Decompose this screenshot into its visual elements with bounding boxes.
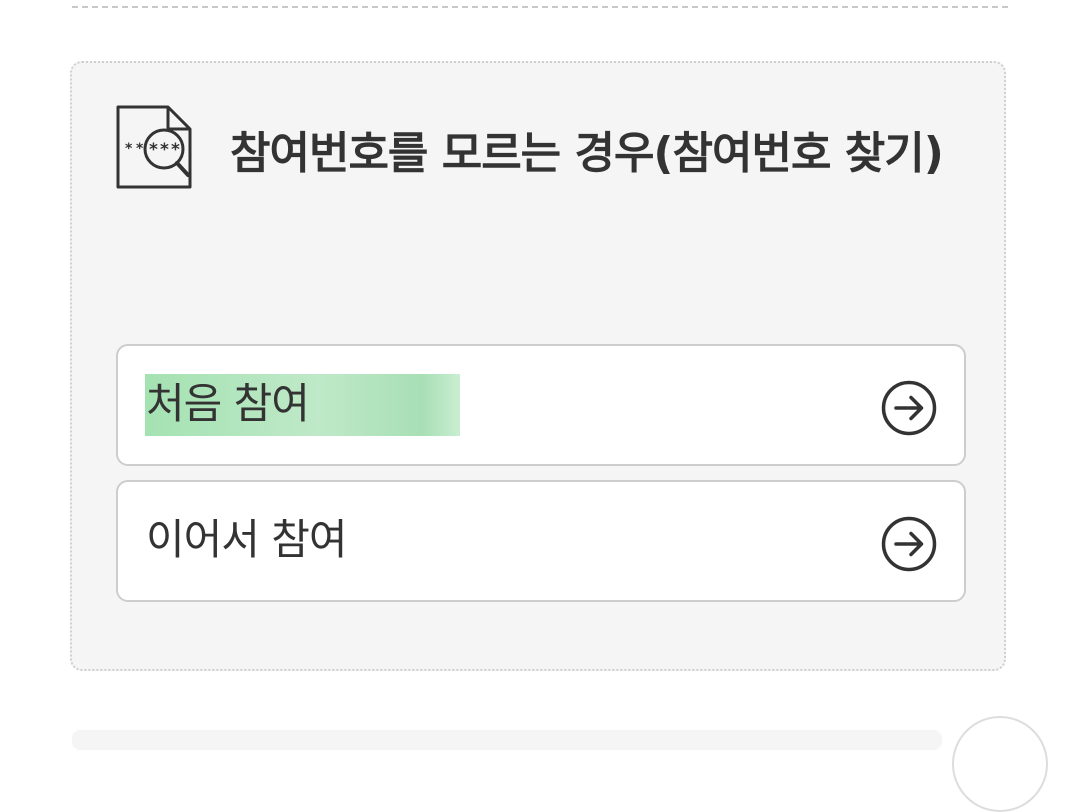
svg-text:*: * [160, 140, 169, 160]
arrow-right-circle-icon [881, 516, 937, 572]
first-participation-button[interactable]: 처음 참여 [116, 344, 966, 466]
top-divider [72, 6, 1008, 8]
find-participation-number-card: * * * * * 참여번호를 모르는 경우(참여번호 찾기) 처음 참여 이어… [70, 61, 1006, 671]
svg-text:*: * [149, 140, 158, 160]
arrow-right-circle-icon [881, 380, 937, 436]
svg-text:*: * [125, 141, 133, 157]
continue-participation-button[interactable]: 이어서 참여 [116, 480, 966, 602]
card-title: 참여번호를 모르는 경우(참여번호 찾기) [230, 128, 944, 179]
svg-text:*: * [171, 140, 180, 160]
option-label: 이어서 참여 [146, 515, 348, 564]
svg-text:*: * [136, 141, 144, 157]
floating-button-partial[interactable] [952, 716, 1048, 812]
option-label: 처음 참여 [146, 379, 310, 428]
next-card-partial [72, 730, 942, 750]
document-search-icon: * * * * * [116, 105, 192, 189]
